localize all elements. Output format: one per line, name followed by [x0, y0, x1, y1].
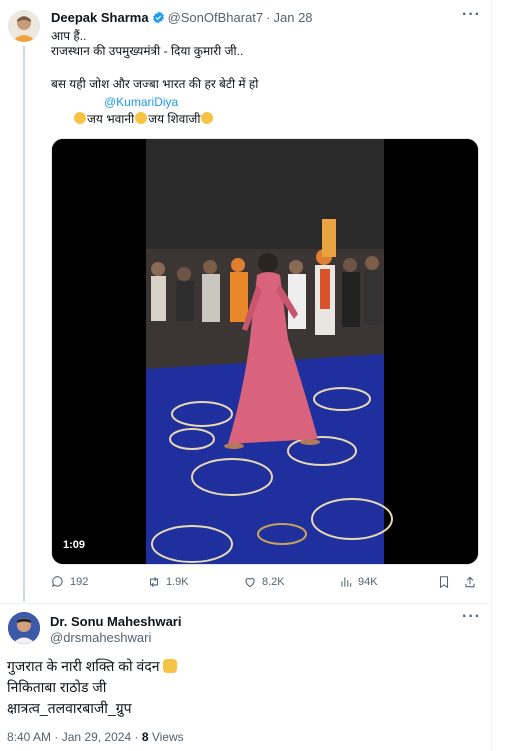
- reply-count: 192: [70, 576, 89, 588]
- tweet-chant-line: जय भवानी जय शिवाजी: [73, 112, 214, 127]
- mention-link[interactable]: @KumariDiya: [104, 95, 178, 110]
- reply-icon: [51, 576, 63, 588]
- folded-hands-emoji-icon: [201, 112, 214, 124]
- author-avatar[interactable]: [8, 10, 40, 42]
- like-count: 8.2K: [262, 576, 285, 588]
- video-player[interactable]: 1:09: [51, 138, 479, 565]
- repost-button[interactable]: 1.9K: [147, 575, 189, 589]
- reply-time[interactable]: 8:40 AM: [7, 730, 51, 744]
- ellipsis-icon[interactable]: ···: [462, 6, 481, 24]
- video-duration: 1:09: [63, 539, 86, 551]
- dot-separator: ·: [266, 10, 271, 25]
- reply-line-3: क्षात्रत्व_तलवारबाजी_ग्रुप: [7, 700, 132, 716]
- heart-icon: [245, 578, 255, 588]
- divider: [0, 603, 491, 604]
- reply-line-1: गुजरात के नारी शक्ति को वंदन: [7, 656, 178, 676]
- reply-handle-row: @drsmaheshwari: [50, 630, 151, 645]
- share-icon: [465, 576, 475, 588]
- repost-count: 1.9K: [166, 576, 189, 588]
- tweet-line-2: राजस्थान की उपमुख्यमंत्री - दिया कुमारी …: [51, 44, 244, 58]
- author-handle[interactable]: @SonOfBharat7: [168, 10, 264, 25]
- thread-connector-line: [23, 46, 25, 602]
- verified-badge-icon: [152, 11, 165, 24]
- share-button[interactable]: [463, 575, 477, 589]
- reply-line-2: निकिताबा राठोड जी: [7, 679, 107, 695]
- video-frame-thumbnail: [52, 139, 478, 564]
- reply-ellipsis-icon[interactable]: ···: [462, 608, 481, 626]
- dot-separator: ·: [134, 730, 139, 744]
- views-count: 94K: [358, 576, 378, 588]
- reply-author-avatar[interactable]: [8, 612, 40, 644]
- tweet-line-1: आप हैं..: [51, 29, 87, 43]
- analytics-icon: [341, 577, 352, 587]
- author-name[interactable]: Deepak Sharma: [51, 10, 149, 25]
- like-button[interactable]: 8.2K: [243, 575, 285, 589]
- bookmark-icon: [439, 576, 449, 589]
- reply-meta: 8:40 AM · Jan 29, 2024 · 8 Views: [7, 730, 184, 744]
- dot-separator: ·: [54, 730, 59, 744]
- reply-line-1-text: गुजरात के नारी शक्ति को वंदन: [7, 658, 160, 674]
- tweet-date[interactable]: Jan 28: [274, 10, 313, 25]
- folded-hands-emoji-icon: [74, 112, 86, 124]
- repost-icon: [149, 576, 159, 588]
- reply-date[interactable]: Jan 29, 2024: [62, 730, 131, 744]
- reply-views-count: 8: [141, 730, 149, 744]
- folded-hands-emoji-icon: [135, 112, 148, 124]
- views-button[interactable]: 94K: [339, 575, 378, 589]
- chant-2: जय शिवाजी: [148, 112, 201, 126]
- reply-author-name[interactable]: Dr. Sonu Maheshwari: [50, 614, 181, 629]
- tweet-line-3: बस यही जोश और जज्बा भारत की हर बेटी में …: [51, 77, 259, 91]
- bookmark-button[interactable]: [437, 575, 451, 589]
- reply-button[interactable]: 192: [51, 575, 88, 589]
- folded-hands-emoji-icon: [163, 659, 178, 673]
- reply-views-label: Views: [151, 730, 184, 744]
- chant-1: जय भवानी: [87, 112, 135, 126]
- tweet-header: Deepak Sharma @SonOfBharat7 · Jan 28: [51, 10, 313, 25]
- reply-header: Dr. Sonu Maheshwari: [50, 614, 181, 629]
- tweet-action-bar: 192 1.9K 8.2K 94K: [51, 575, 479, 591]
- reply-author-handle[interactable]: @drsmaheshwari: [50, 630, 151, 645]
